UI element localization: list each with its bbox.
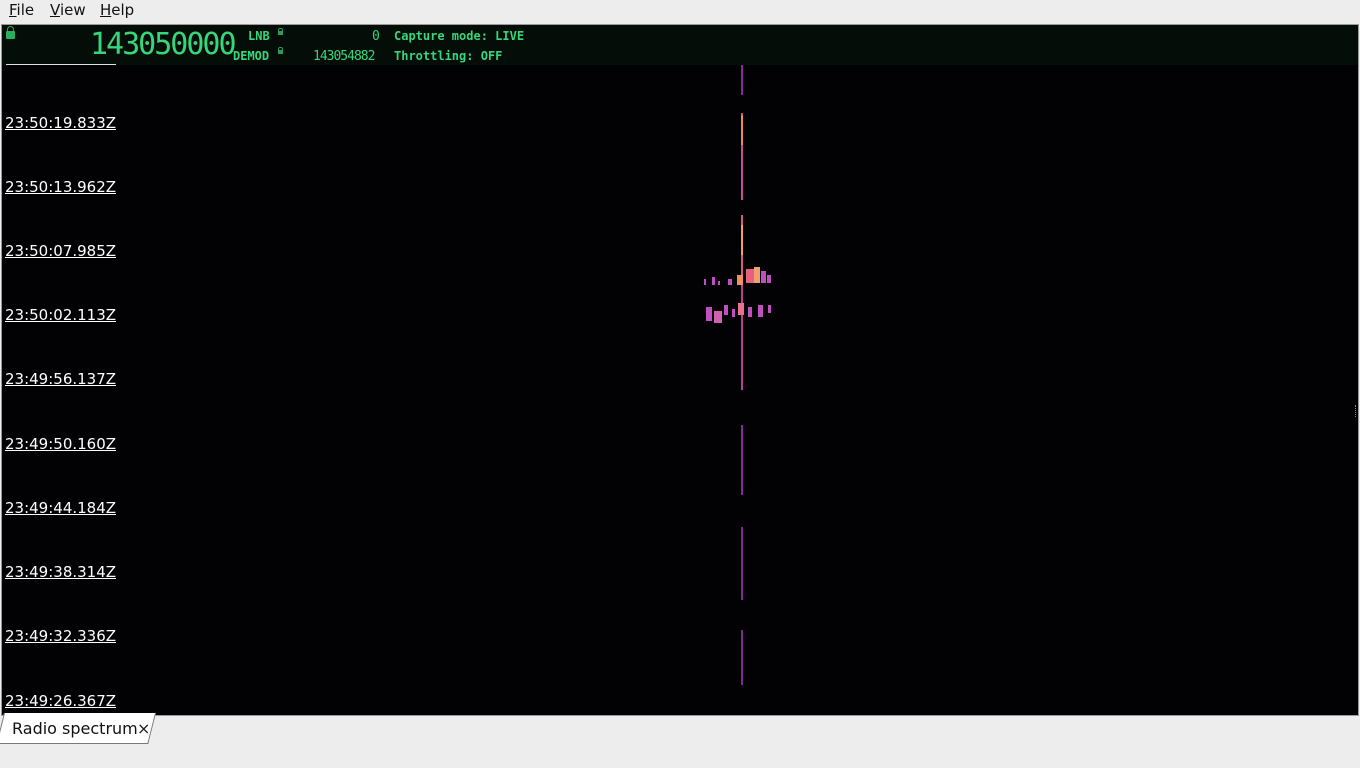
lnb-value[interactable]: 0 (372, 29, 380, 44)
throttling-status: Throttling: OFF (394, 49, 503, 63)
demod-value[interactable]: 143054882 (313, 49, 375, 64)
timestamp-label: 23:50:07.985Z (5, 242, 117, 260)
menu-file[interactable]: File (9, 1, 34, 19)
timestamp-label: 23:50:02.113Z (5, 306, 117, 324)
demod-lock-icon[interactable] (278, 47, 283, 54)
timestamp-label: 23:49:26.367Z (5, 692, 117, 710)
lnb-label: LNB (248, 29, 270, 43)
timestamp-label: 23:49:32.336Z (5, 627, 117, 645)
capture-mode-status: Capture mode: LIVE (394, 29, 525, 43)
lnb-lock-icon[interactable] (278, 28, 283, 35)
signal-trace (704, 65, 771, 685)
waterfall-display[interactable]: 23:50:19.833Z 23:50:13.962Z 23:50:07.985… (2, 65, 1358, 715)
main-frequency-display[interactable]: 143050000 (90, 28, 237, 62)
frequency-header: 143050000 LNB 0 DEMOD 143054882 Capture … (2, 25, 1358, 65)
menu-view[interactable]: View (50, 1, 86, 19)
timestamp-label: 23:50:19.833Z (5, 114, 117, 132)
timestamp-label: 23:49:50.160Z (5, 435, 117, 453)
spectrum-panel: 143050000 LNB 0 DEMOD 143054882 Capture … (1, 24, 1359, 716)
timestamp-label: 23:50:13.962Z (5, 178, 117, 196)
close-icon[interactable]: × (137, 719, 150, 738)
demod-label: DEMOD (233, 49, 270, 63)
lock-icon[interactable] (6, 26, 15, 39)
timestamp-label: 23:49:38.314Z (5, 563, 117, 581)
tab-label[interactable]: Radio spectrum (12, 719, 138, 738)
timestamp-label: 23:49:44.184Z (5, 499, 117, 517)
resize-grip[interactable] (1355, 405, 1358, 417)
menu-bar: File View Help (0, 0, 1360, 22)
timestamp-label: 23:49:56.137Z (5, 370, 117, 388)
menu-help[interactable]: Help (100, 1, 134, 19)
